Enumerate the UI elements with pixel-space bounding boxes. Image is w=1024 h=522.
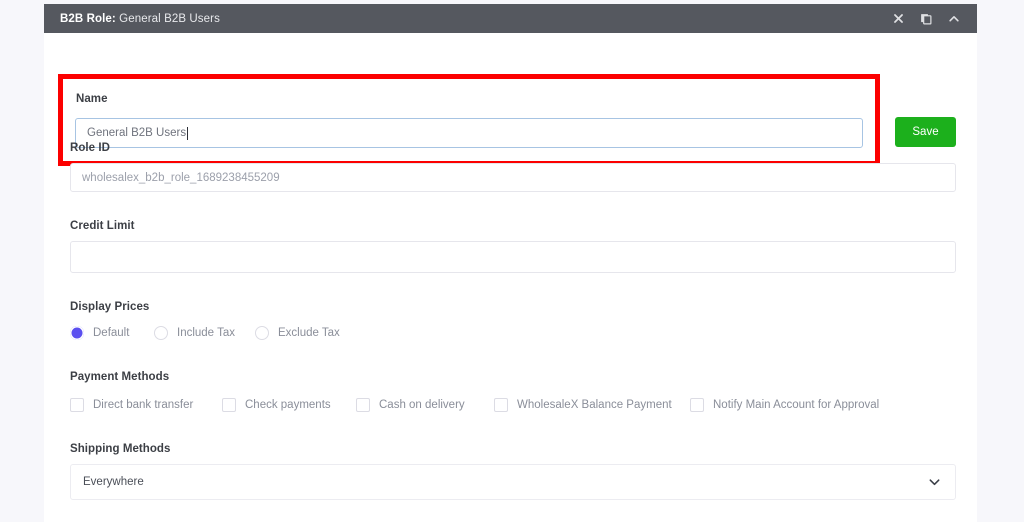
checkbox-wholesalex-balance-payment-box[interactable] bbox=[494, 398, 508, 412]
display-prices-label: Display Prices bbox=[70, 301, 150, 313]
b2b-role-panel: B2B Role: General B2B Users Name General… bbox=[44, 4, 977, 522]
credit-limit-field: Credit Limit bbox=[70, 220, 956, 273]
name-input-value: General B2B Users bbox=[87, 127, 187, 139]
checkbox-cash-on-delivery[interactable]: Cash on delivery bbox=[356, 398, 494, 412]
role-id-value: wholesalex_b2b_role_1689238455209 bbox=[82, 171, 280, 184]
checkbox-direct-bank-transfer-label: Direct bank transfer bbox=[93, 399, 194, 411]
display-prices-group: Display Prices Default Include Tax Exclu… bbox=[69, 301, 956, 340]
display-prices-options: Default Include Tax Exclude Tax bbox=[69, 325, 956, 340]
duplicate-icon[interactable] bbox=[919, 12, 933, 26]
panel-title-prefix: B2B Role: bbox=[60, 12, 116, 25]
panel-header: B2B Role: General B2B Users bbox=[44, 4, 977, 33]
checkbox-notify-main-account-label: Notify Main Account for Approval bbox=[713, 399, 880, 411]
chevron-up-icon[interactable] bbox=[947, 12, 961, 26]
header-actions bbox=[891, 12, 961, 26]
checkbox-notify-main-account[interactable]: Notify Main Account for Approval bbox=[690, 398, 879, 412]
checkbox-check-payments-label: Check payments bbox=[245, 399, 331, 411]
payment-methods-group: Payment Methods Direct bank transfer Che… bbox=[70, 371, 956, 412]
checkbox-notify-main-account-box[interactable] bbox=[690, 398, 704, 412]
panel-title: B2B Role: General B2B Users bbox=[60, 13, 220, 25]
radio-default-indicator[interactable] bbox=[69, 325, 84, 340]
name-label: Name bbox=[76, 93, 108, 105]
radio-default-label: Default bbox=[93, 327, 130, 339]
text-caret bbox=[187, 126, 189, 140]
checkbox-wholesalex-balance-payment[interactable]: WholesaleX Balance Payment bbox=[494, 398, 690, 412]
radio-option-include-tax[interactable]: Include Tax bbox=[154, 326, 255, 340]
radio-exclude-tax-indicator[interactable] bbox=[255, 326, 269, 340]
shipping-methods-value: Everywhere bbox=[83, 476, 144, 488]
checkbox-cash-on-delivery-box[interactable] bbox=[356, 398, 370, 412]
radio-exclude-tax-label: Exclude Tax bbox=[278, 327, 340, 339]
credit-limit-label: Credit Limit bbox=[70, 220, 135, 232]
checkbox-cash-on-delivery-label: Cash on delivery bbox=[379, 399, 465, 411]
payment-methods-label: Payment Methods bbox=[70, 371, 170, 383]
credit-limit-input[interactable] bbox=[70, 241, 956, 273]
payment-methods-options: Direct bank transfer Check payments Cash… bbox=[70, 398, 956, 412]
role-id-label: Role ID bbox=[70, 142, 110, 154]
checkbox-direct-bank-transfer[interactable]: Direct bank transfer bbox=[70, 398, 222, 412]
checkbox-wholesalex-balance-payment-label: WholesaleX Balance Payment bbox=[517, 399, 672, 411]
chevron-down-icon[interactable] bbox=[928, 476, 941, 489]
role-id-input[interactable]: wholesalex_b2b_role_1689238455209 bbox=[70, 163, 956, 192]
checkbox-check-payments-box[interactable] bbox=[222, 398, 236, 412]
checkbox-direct-bank-transfer-box[interactable] bbox=[70, 398, 84, 412]
shipping-methods-field: Shipping Methods Everywhere bbox=[70, 443, 956, 500]
radio-option-default[interactable]: Default bbox=[69, 325, 154, 340]
radio-include-tax-label: Include Tax bbox=[177, 327, 235, 339]
screen: B2B Role: General B2B Users Name General… bbox=[0, 0, 1024, 522]
checkbox-check-payments[interactable]: Check payments bbox=[222, 398, 356, 412]
panel-body: Name General B2B Users Save Role ID whol… bbox=[44, 33, 977, 522]
radio-option-exclude-tax[interactable]: Exclude Tax bbox=[255, 326, 340, 340]
panel-title-value: General B2B Users bbox=[119, 12, 220, 25]
shipping-methods-label: Shipping Methods bbox=[70, 443, 171, 455]
shipping-methods-select[interactable]: Everywhere bbox=[70, 464, 956, 500]
role-id-field: Role ID wholesalex_b2b_role_168923845520… bbox=[70, 142, 956, 192]
close-icon[interactable] bbox=[891, 12, 905, 26]
radio-include-tax-indicator[interactable] bbox=[154, 326, 168, 340]
